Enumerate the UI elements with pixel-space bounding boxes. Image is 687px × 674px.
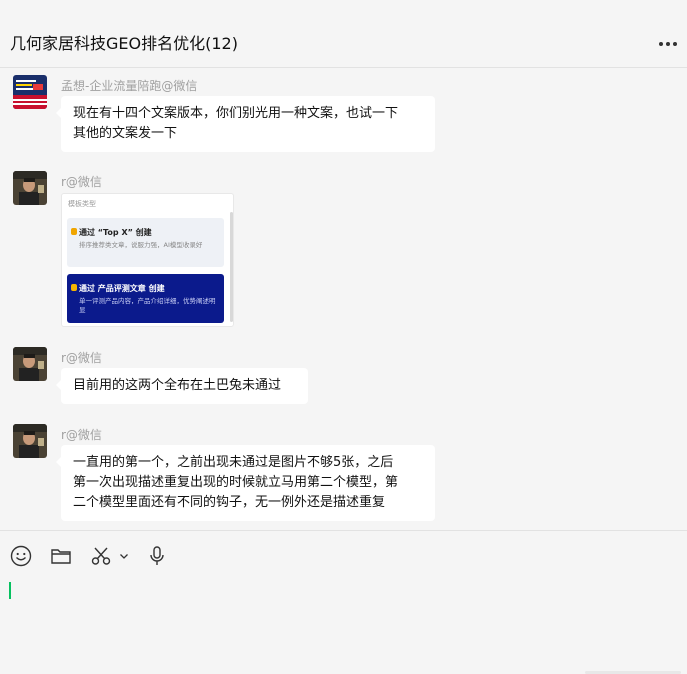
option-description: 单一评测产品内容，产品介绍详细，优势阐述明显 [79, 297, 216, 314]
message-bubble[interactable]: 现在有十四个文案版本，你们别光用一种文案，也试一下 其他的文案发一下 [56, 96, 435, 152]
text-caret [9, 582, 11, 599]
sender-name: r@微信 [61, 428, 102, 442]
avatar[interactable] [13, 171, 47, 205]
template-option-product-review: 通过 产品评测文章 创建 单一评测产品内容，产品介绍详细，优势阐述明显 [67, 274, 224, 323]
message-line: 目前用的这两个全布在土巴兔未通过 [73, 378, 282, 393]
sender-name: 孟想-企业流量陪跑@微信 [61, 79, 198, 93]
chat-message-list[interactable]: 孟想-企业流量陪跑@微信 现在有十四个文案版本，你们别光用一种文案，也试一下 其… [0, 69, 687, 530]
message-bubble[interactable]: 目前用的这两个全布在土巴兔未通过 [56, 368, 308, 404]
message-input[interactable] [0, 580, 687, 674]
sender-name: r@微信 [61, 351, 102, 365]
emoji-button[interactable] [10, 545, 32, 567]
folder-icon [51, 549, 71, 564]
shield-icon [71, 284, 77, 291]
message-line: 现在有十四个文案版本，你们别光用一种文案，也试一下 [73, 106, 399, 121]
input-toolbar [0, 530, 687, 580]
image-scrollbar [230, 212, 233, 322]
message-line: 其他的文案发一下 [73, 126, 178, 141]
more-button[interactable] [659, 42, 677, 46]
emoji-icon [10, 545, 32, 567]
message-line: 一直用的第一个，之前出现未通过是图片不够5张，之后 [73, 455, 394, 470]
avatar[interactable] [13, 347, 47, 381]
voice-button[interactable] [146, 545, 168, 567]
sender-name: r@微信 [61, 175, 102, 189]
option-title: 通过 产品评测文章 创建 [79, 284, 165, 293]
scissors-icon [91, 547, 111, 565]
option-description: 排序推荐类文章，说服力强，AI模型收录好 [79, 241, 203, 249]
template-type-label: 模板类型 [68, 200, 96, 208]
screenshot-button[interactable] [90, 545, 112, 567]
option-title: 通过 “Top X” 创建 [79, 228, 152, 237]
message-line: 第一次出现描述重复出现的时候就立马用第二个模型，第 [73, 475, 399, 490]
screenshot-options-button[interactable] [118, 545, 130, 567]
medal-icon [71, 228, 77, 235]
chat-header: 几何家居科技GEO排名优化(12) [0, 0, 687, 68]
microphone-icon [150, 546, 164, 565]
message-bubble[interactable]: 一直用的第一个，之前出现未通过是图片不够5张，之后 第一次出现描述重复出现的时候… [56, 445, 435, 521]
image-message[interactable]: 模板类型 通过 “Top X” 创建 排序推荐类文章，说服力强，AI模型收录好 … [61, 193, 234, 327]
chevron-down-icon [120, 554, 128, 559]
message-line: 二个模型里面还有不同的钩子，无一例外还是描述重复 [73, 495, 386, 510]
chat-title: 几何家居科技GEO排名优化(12) [10, 34, 238, 53]
more-icon [659, 42, 663, 46]
avatar[interactable] [13, 424, 47, 458]
file-button[interactable] [50, 545, 72, 567]
avatar[interactable] [13, 75, 47, 109]
template-option-top-x: 通过 “Top X” 创建 排序推荐类文章，说服力强，AI模型收录好 [67, 218, 224, 267]
